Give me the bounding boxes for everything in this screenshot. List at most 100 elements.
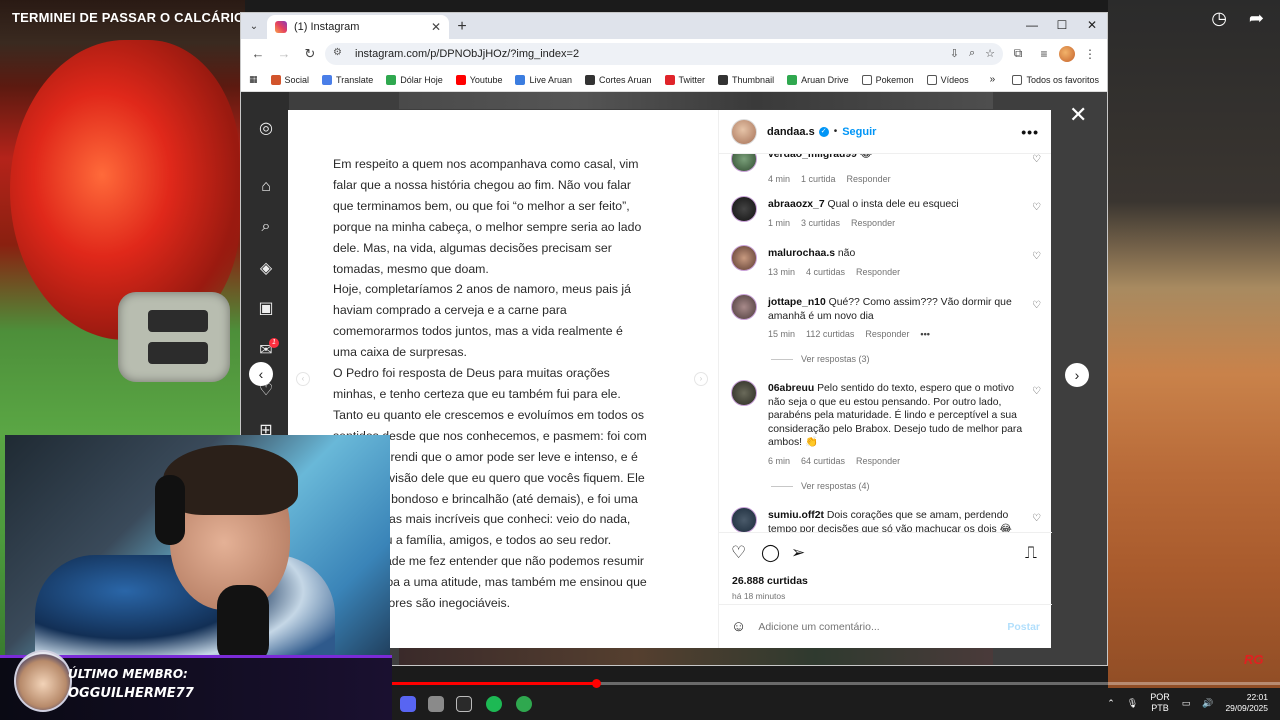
like-comment-heart-icon[interactable]: ♡ <box>1032 300 1041 311</box>
comment-username[interactable]: jottape_n10 <box>768 297 826 308</box>
site-info-icon[interactable]: ⚙ <box>333 47 347 61</box>
media-control-icon[interactable]: ≡ <box>1033 47 1055 61</box>
video-progress-bar[interactable] <box>392 679 1280 688</box>
bookmark-item[interactable]: Social <box>270 74 309 85</box>
close-tab-icon[interactable]: ✕ <box>431 20 441 34</box>
url-text[interactable]: instagram.com/p/DPNObJjHOz/?img_index=2 <box>355 48 940 60</box>
comment-likes[interactable]: 3 curtidas <box>801 218 840 228</box>
close-modal-icon[interactable]: ✕ <box>1069 102 1087 128</box>
share-send-icon[interactable]: ➢ <box>791 543 805 563</box>
bookmark-item[interactable]: Thumbnail <box>718 74 774 85</box>
zoom-icon[interactable]: ⌕ <box>969 47 975 60</box>
bookmark-item[interactable]: Youtube <box>455 74 502 85</box>
previous-post-arrow-icon[interactable]: ‹ <box>249 362 273 386</box>
post-comment-button[interactable]: Postar <box>1007 621 1040 633</box>
like-comment-heart-icon[interactable]: ♡ <box>1032 251 1041 262</box>
reply-button[interactable]: Responder <box>865 329 909 339</box>
bookmark-item[interactable]: Live Aruan <box>515 74 572 85</box>
commenter-avatar[interactable] <box>731 245 757 271</box>
like-heart-icon[interactable]: ♡ <box>731 543 746 563</box>
back-icon[interactable]: ← <box>247 46 269 61</box>
view-replies-button[interactable]: Ver respostas (4) <box>771 481 870 491</box>
comment-likes[interactable]: 1 curtida <box>801 174 836 184</box>
comment-list[interactable]: verdao_milgrau99 😂 4 min 1 curtida Respond… <box>719 154 1052 532</box>
address-bar[interactable]: ⚙ instagram.com/p/DPNObJjHOz/?img_index=… <box>325 42 1003 65</box>
like-comment-heart-icon[interactable]: ♡ <box>1032 202 1041 213</box>
chrome-app-icon[interactable] <box>516 696 532 712</box>
reels-icon[interactable]: ▣ <box>257 300 275 318</box>
bookmark-item[interactable]: Dólar Hoje <box>386 74 443 85</box>
bookmark-folder[interactable]: Pokemon <box>861 74 914 85</box>
commenter-avatar[interactable] <box>731 154 757 172</box>
likes-count[interactable]: 26.888 curtidas <box>732 575 808 587</box>
microphone-icon[interactable]: 🎙 <box>1127 698 1138 709</box>
reply-button[interactable]: Responder <box>851 218 895 228</box>
bookmark-item[interactable]: Cortes Aruan <box>585 74 652 85</box>
extensions-icon[interactable]: ⧉ <box>1007 46 1029 61</box>
author-username[interactable]: dandaa.s <box>767 126 815 138</box>
commenter-avatar[interactable] <box>731 294 757 320</box>
comment-options-icon[interactable]: ••• <box>920 329 929 339</box>
comment-likes[interactable]: 64 curtidas <box>801 456 845 466</box>
bookmark-item[interactable]: Translate <box>322 74 373 85</box>
profile-avatar[interactable] <box>1059 45 1075 62</box>
carousel-next-icon[interactable]: › <box>694 372 708 386</box>
save-bookmark-icon[interactable]: ⎍ <box>1025 543 1037 563</box>
commenter-avatar[interactable] <box>731 507 757 532</box>
more-bookmarks-icon[interactable]: » <box>990 74 996 85</box>
emoji-icon[interactable]: ☺ <box>731 618 746 635</box>
commenter-avatar[interactable] <box>731 196 757 222</box>
comment-username[interactable]: sumiu.off2t <box>768 510 824 521</box>
discord-icon[interactable] <box>400 696 416 712</box>
network-icon[interactable]: ▭ <box>1182 698 1191 709</box>
menu-kebab-icon[interactable]: ⋮ <box>1079 47 1101 61</box>
reply-button[interactable]: Responder <box>847 174 891 184</box>
like-comment-heart-icon[interactable]: ♡ <box>1032 386 1041 397</box>
apps-grid-icon[interactable]: ▦ <box>249 74 258 85</box>
tab-instagram[interactable]: (1) Instagram ✕ <box>267 15 449 39</box>
maximize-icon[interactable]: ☐ <box>1047 13 1077 37</box>
comment-input[interactable] <box>758 620 1008 633</box>
language-indicator[interactable]: POR PTB <box>1150 692 1170 714</box>
comment-username[interactable]: malurochaa.s <box>768 248 835 259</box>
spotify-icon[interactable] <box>486 696 502 712</box>
tray-overflow-icon[interactable]: ⌃ <box>1107 698 1115 709</box>
more-options-icon[interactable]: ••• <box>1021 124 1039 140</box>
minimize-icon[interactable]: — <box>1017 13 1047 37</box>
home-icon[interactable]: ⌂ <box>257 178 275 196</box>
instagram-logo-icon[interactable]: ◎ <box>257 120 275 138</box>
bookmark-folder[interactable]: Vídeos <box>926 74 969 85</box>
forward-icon[interactable]: → <box>273 46 295 61</box>
bookmark-item[interactable]: Twitter <box>664 74 705 85</box>
volume-icon[interactable]: 🔊 <box>1202 698 1213 709</box>
follow-button[interactable]: Seguir <box>842 126 876 138</box>
bookmark-item[interactable]: Aruan Drive <box>787 74 849 85</box>
like-comment-heart-icon[interactable]: ♡ <box>1032 154 1041 165</box>
all-bookmarks-folder[interactable]: Todos os favoritos <box>1012 74 1099 85</box>
install-icon[interactable]: ⇩ <box>950 47 959 60</box>
progress-knob[interactable] <box>592 679 602 688</box>
new-tab-button[interactable]: + <box>449 15 475 39</box>
close-window-icon[interactable]: ✕ <box>1077 13 1107 37</box>
capcut-icon[interactable] <box>456 696 472 712</box>
search-icon[interactable]: ⌕ <box>257 218 275 236</box>
camera-app-icon[interactable] <box>428 696 444 712</box>
comment-username[interactable]: verdao_milgrau99 <box>768 154 857 160</box>
comment-likes[interactable]: 4 curtidas <box>806 267 845 277</box>
comment-username[interactable]: abraaozx_7 <box>768 199 825 210</box>
like-comment-heart-icon[interactable]: ♡ <box>1032 513 1041 524</box>
reply-button[interactable]: Responder <box>856 456 900 466</box>
clock[interactable]: 22:01 29/09/2025 <box>1225 692 1268 714</box>
comment-likes[interactable]: 112 curtidas <box>806 329 854 339</box>
clock-icon[interactable]: ◷ <box>1211 8 1227 29</box>
view-replies-button[interactable]: Ver respostas (3) <box>771 354 870 364</box>
comment-bubble-icon[interactable]: ◯ <box>761 543 780 563</box>
comment-username[interactable]: 06abreuu <box>768 383 814 394</box>
next-post-arrow-icon[interactable]: › <box>1065 363 1089 387</box>
tab-search-icon[interactable]: ⌄ <box>241 13 267 39</box>
reply-button[interactable]: Responder <box>856 267 900 277</box>
bookmark-star-icon[interactable]: ☆ <box>985 47 995 60</box>
commenter-avatar[interactable] <box>731 380 757 406</box>
author-avatar[interactable] <box>731 118 757 145</box>
explore-icon[interactable]: ◈ <box>257 260 275 278</box>
